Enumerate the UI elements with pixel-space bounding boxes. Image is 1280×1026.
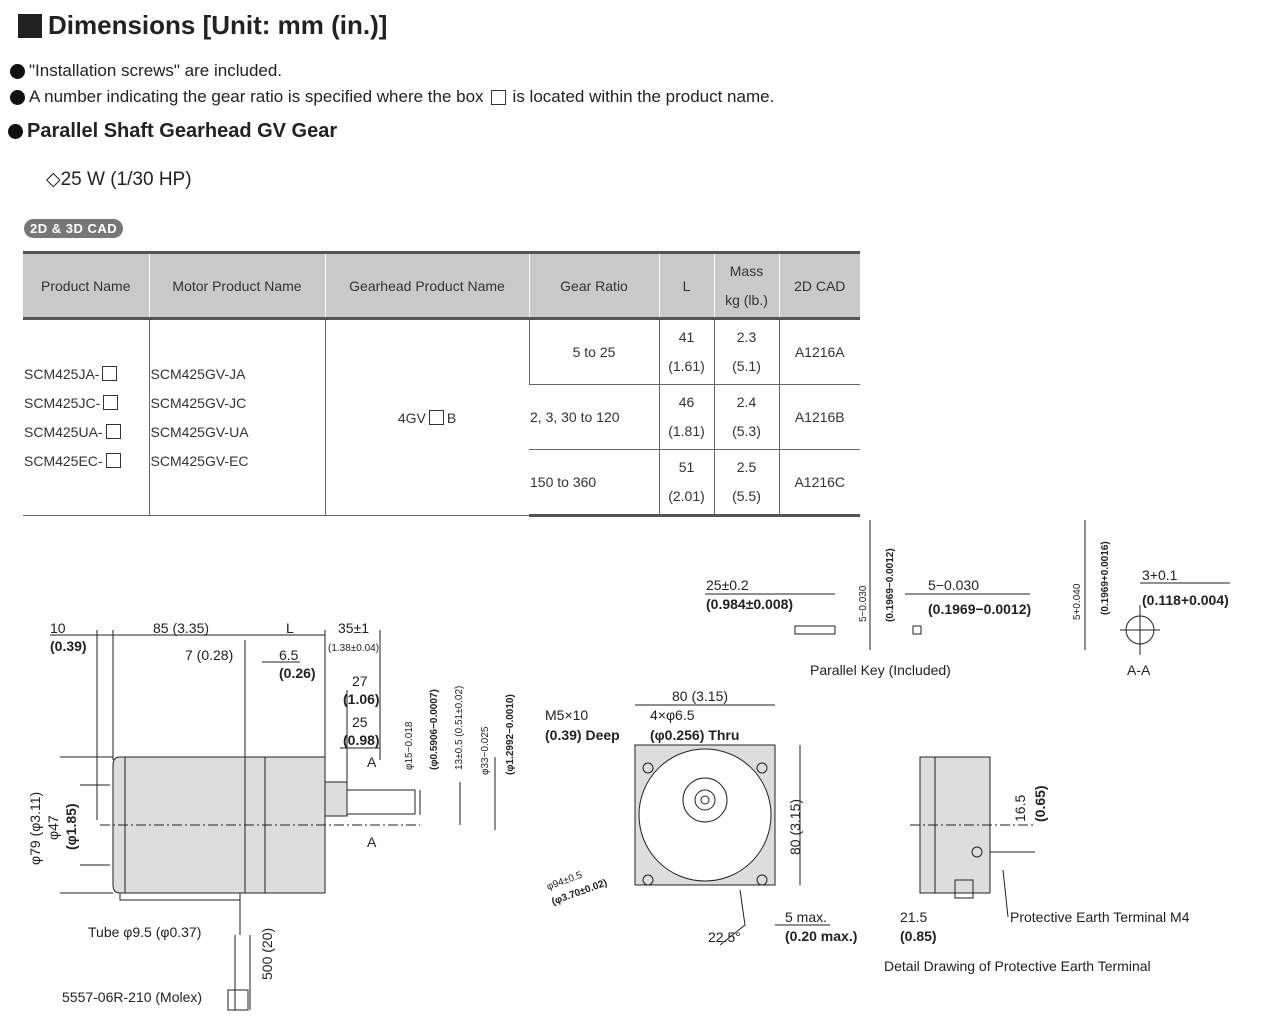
svg-text:L: L: [286, 620, 294, 636]
svg-text:(1.38±0.04): (1.38±0.04): [328, 643, 379, 654]
svg-text:(0.1969+0.0016): (0.1969+0.0016): [1100, 541, 1111, 615]
svg-text:Detail Drawing of Protective E: Detail Drawing of Protective Earth Termi…: [884, 958, 1151, 974]
pe-detail: 21.5 (0.85) 16.5 (0.65) Protective Earth …: [884, 756, 1190, 974]
svg-text:Protective Earth Terminal M4: Protective Earth Terminal M4: [1010, 909, 1190, 925]
svg-text:6.5: 6.5: [279, 647, 299, 663]
svg-text:(φ0.5906−0.0007): (φ0.5906−0.0007): [429, 689, 440, 770]
svg-text:5−0.030: 5−0.030: [928, 577, 979, 593]
svg-text:35±1: 35±1: [338, 620, 369, 636]
svg-text:(0.1969−0.0012): (0.1969−0.0012): [885, 548, 896, 622]
dimension-drawing: 10 (0.39) 85 (3.35) L 35±1 (1.38±0.04) 7 (0…: [27, 520, 1230, 1011]
svg-text:(0.65): (0.65): [1032, 785, 1048, 822]
front-view: 80 (3.15) M5×10 (0.39) Deep 4×φ6.5 (φ0.256…: [545, 688, 857, 946]
svg-text:(φ0.256) Thru: (φ0.256) Thru: [650, 727, 739, 743]
section-a-a: 5+0.040 (0.1969+0.0016) 3+0.1 (0.118+0.00…: [1072, 520, 1230, 678]
svg-text:φ79 (φ3.11): φ79 (φ3.11): [27, 792, 43, 865]
svg-text:φ47: φ47: [45, 815, 61, 840]
svg-text:(0.118+0.004): (0.118+0.004): [1142, 592, 1229, 608]
svg-text:(0.98): (0.98): [343, 732, 380, 748]
svg-text:5−0.030: 5−0.030: [858, 585, 869, 622]
svg-text:M5×10: M5×10: [545, 707, 588, 723]
svg-text:27: 27: [352, 673, 368, 689]
svg-text:(0.85): (0.85): [900, 928, 937, 944]
svg-text:(0.984±0.008): (0.984±0.008): [706, 596, 793, 612]
svg-text:25±0.2: 25±0.2: [706, 577, 749, 593]
svg-text:A: A: [367, 754, 377, 770]
svg-text:13±0.5 (0.51±0.02): 13±0.5 (0.51±0.02): [454, 686, 465, 770]
svg-text:25: 25: [352, 714, 368, 730]
svg-text:Parallel Key (Included): Parallel Key (Included): [810, 662, 951, 678]
svg-text:(φ1.85): (φ1.85): [63, 803, 79, 850]
svg-text:A-A: A-A: [1127, 662, 1151, 678]
svg-text:φ15−0.018: φ15−0.018: [404, 721, 415, 770]
svg-text:85 (3.35): 85 (3.35): [153, 620, 209, 636]
svg-text:22.5°: 22.5°: [708, 929, 741, 945]
svg-text:5 max.: 5 max.: [785, 909, 827, 925]
svg-text:3+0.1: 3+0.1: [1142, 567, 1178, 583]
svg-text:500 (20): 500 (20): [259, 928, 275, 980]
svg-text:(0.20 max.): (0.20 max.): [785, 928, 857, 944]
svg-text:(0.1969−0.0012): (0.1969−0.0012): [928, 601, 1031, 617]
svg-text:21.5: 21.5: [900, 909, 927, 925]
parallel-key: 25±0.2 (0.984±0.008) 5−0.030 (0.1969−0.00…: [705, 520, 1031, 678]
svg-text:Tube φ9.5 (φ0.37): Tube φ9.5 (φ0.37): [88, 924, 201, 940]
svg-text:φ33−0.025: φ33−0.025: [480, 726, 491, 775]
svg-text:A: A: [367, 834, 377, 850]
svg-text:(0.39): (0.39): [50, 638, 87, 654]
svg-text:5557-06R-210 (Molex): 5557-06R-210 (Molex): [62, 989, 202, 1005]
svg-text:80 (3.15): 80 (3.15): [672, 688, 728, 704]
svg-text:(0.39) Deep: (0.39) Deep: [545, 727, 620, 743]
svg-text:4×φ6.5: 4×φ6.5: [650, 707, 695, 723]
svg-text:10: 10: [50, 620, 66, 636]
svg-text:16.5: 16.5: [1012, 795, 1028, 822]
svg-text:7 (0.28): 7 (0.28): [185, 647, 233, 663]
svg-text:5+0.040: 5+0.040: [1072, 583, 1083, 620]
svg-text:(1.06): (1.06): [343, 691, 380, 707]
svg-text:(0.26): (0.26): [279, 665, 316, 681]
svg-text:(φ1.2992−0.0010): (φ1.2992−0.0010): [505, 694, 516, 775]
side-view: 10 (0.39) 85 (3.35) L 35±1 (1.38±0.04) 7 (0…: [27, 620, 516, 1011]
svg-text:80 (3.15): 80 (3.15): [787, 799, 803, 855]
